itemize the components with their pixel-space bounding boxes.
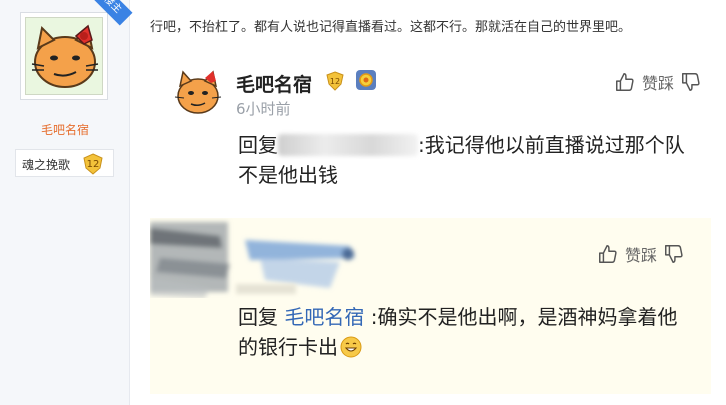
- reply-username[interactable]: 毛吧名宿: [236, 70, 312, 97]
- title-badge-label: 魂之挽歌: [22, 158, 71, 172]
- reply-content: 回复 毛吧名宿 :确实不是他出啊，是酒神妈拿着他的银行卡出: [238, 302, 688, 362]
- thumbs-down-icon[interactable]: [663, 243, 685, 265]
- poster-sidebar: 楼主 毛吧名宿 魂之挽歌 12: [0, 0, 133, 405]
- level-shield-icon: 12: [326, 71, 344, 91]
- hello-kitty-avatar-icon: [174, 70, 222, 114]
- grin-emoji-icon: [340, 336, 362, 358]
- thumbs-down-icon[interactable]: [680, 71, 702, 93]
- reply-prefix: 回复: [238, 133, 278, 157]
- thumbs-up-icon[interactable]: [597, 243, 619, 265]
- reply-prefix: 回复: [238, 305, 278, 329]
- sun-badge-icon: [356, 70, 376, 90]
- vote-label[interactable]: 赞踩: [642, 70, 674, 94]
- reply-time: 6小时前: [236, 100, 291, 118]
- hello-kitty-avatar-icon: [31, 24, 99, 88]
- post-content: 行吧，不抬杠了。都有人说也记得直播看过。这都不行。那就活在自己的世界里吧。: [150, 20, 632, 35]
- reply-item: 毛吧名宿 12 6小时前 赞踩 回复:我记得他以前直播说过那个队不是他出钱: [150, 52, 726, 218]
- poster-name[interactable]: 毛吧名宿: [0, 121, 130, 138]
- level-shield-icon: 12: [83, 153, 103, 175]
- poster-avatar[interactable]: [20, 12, 108, 100]
- vote-label[interactable]: 赞踩: [625, 242, 657, 266]
- vote-actions: 赞踩: [614, 70, 702, 94]
- reply-time-hidden: [236, 284, 296, 294]
- title-badge[interactable]: 魂之挽歌 12: [15, 149, 114, 177]
- level-number: 12: [87, 159, 100, 170]
- reply-avatar[interactable]: [172, 66, 224, 118]
- mention-link[interactable]: 毛吧名宿: [284, 305, 364, 329]
- thumbs-up-icon[interactable]: [614, 71, 636, 93]
- level-number: 12: [330, 77, 340, 86]
- reply-item: 赞踩 回复 毛吧名宿 :确实不是他出啊，是酒神妈拿着他的银行卡出: [150, 218, 711, 394]
- redacted-username: [278, 134, 418, 156]
- reply-content: 回复:我记得他以前直播说过那个队不是他出钱: [238, 130, 688, 190]
- vote-actions: 赞踩: [597, 242, 685, 266]
